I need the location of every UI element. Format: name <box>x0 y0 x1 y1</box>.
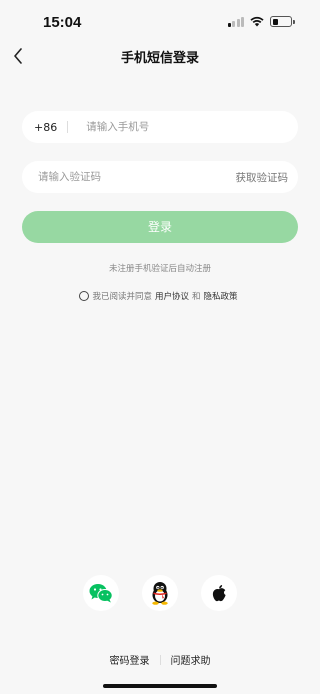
social-login-row <box>0 575 320 611</box>
wechat-icon <box>89 584 113 603</box>
page-title: 手机短信登录 <box>120 51 199 66</box>
get-code-button[interactable]: 获取验证码 <box>236 170 289 185</box>
agreement-checkbox[interactable] <box>79 291 90 301</box>
agreement-row: 我已阅读并同意 用户协议 和 隐私政策 <box>0 290 320 302</box>
agreement-prefix: 我已阅读并同意 <box>92 292 152 302</box>
privacy-policy-link[interactable]: 隐私政策 <box>204 290 238 302</box>
status-icons <box>227 16 295 27</box>
phone-input[interactable] <box>86 121 298 133</box>
nav-bar: 手机短信登录 <box>0 40 320 72</box>
status-bar: 15:04 <box>0 0 320 44</box>
user-agreement-link[interactable]: 用户协议 <box>155 290 189 302</box>
auto-register-hint: 未注册手机验证后自动注册 <box>108 264 211 274</box>
verification-code-field: 获取验证码 <box>22 161 298 193</box>
divider <box>67 121 69 133</box>
agreement-and: 和 <box>192 292 201 302</box>
apple-icon <box>212 584 226 601</box>
footer-links: 密码登录 问题求助 <box>0 652 320 667</box>
password-login-link[interactable]: 密码登录 <box>110 652 150 667</box>
verification-code-input[interactable] <box>38 171 236 183</box>
qq-login-button[interactable] <box>142 575 178 611</box>
battery-icon <box>270 16 295 27</box>
help-link[interactable]: 问题求助 <box>171 652 211 667</box>
login-button[interactable]: 登录 <box>22 211 298 243</box>
qq-icon <box>152 582 168 605</box>
phone-field: +86 <box>22 111 298 143</box>
home-indicator <box>103 684 217 688</box>
apple-login-button[interactable] <box>201 575 237 611</box>
country-code-selector[interactable]: +86 <box>34 121 57 134</box>
footer-divider <box>159 654 161 665</box>
wechat-login-button[interactable] <box>83 575 119 611</box>
status-time: 15:04 <box>43 14 82 31</box>
wifi-icon <box>250 16 264 27</box>
battery-level <box>272 18 279 25</box>
cellular-signal-icon <box>227 16 244 27</box>
